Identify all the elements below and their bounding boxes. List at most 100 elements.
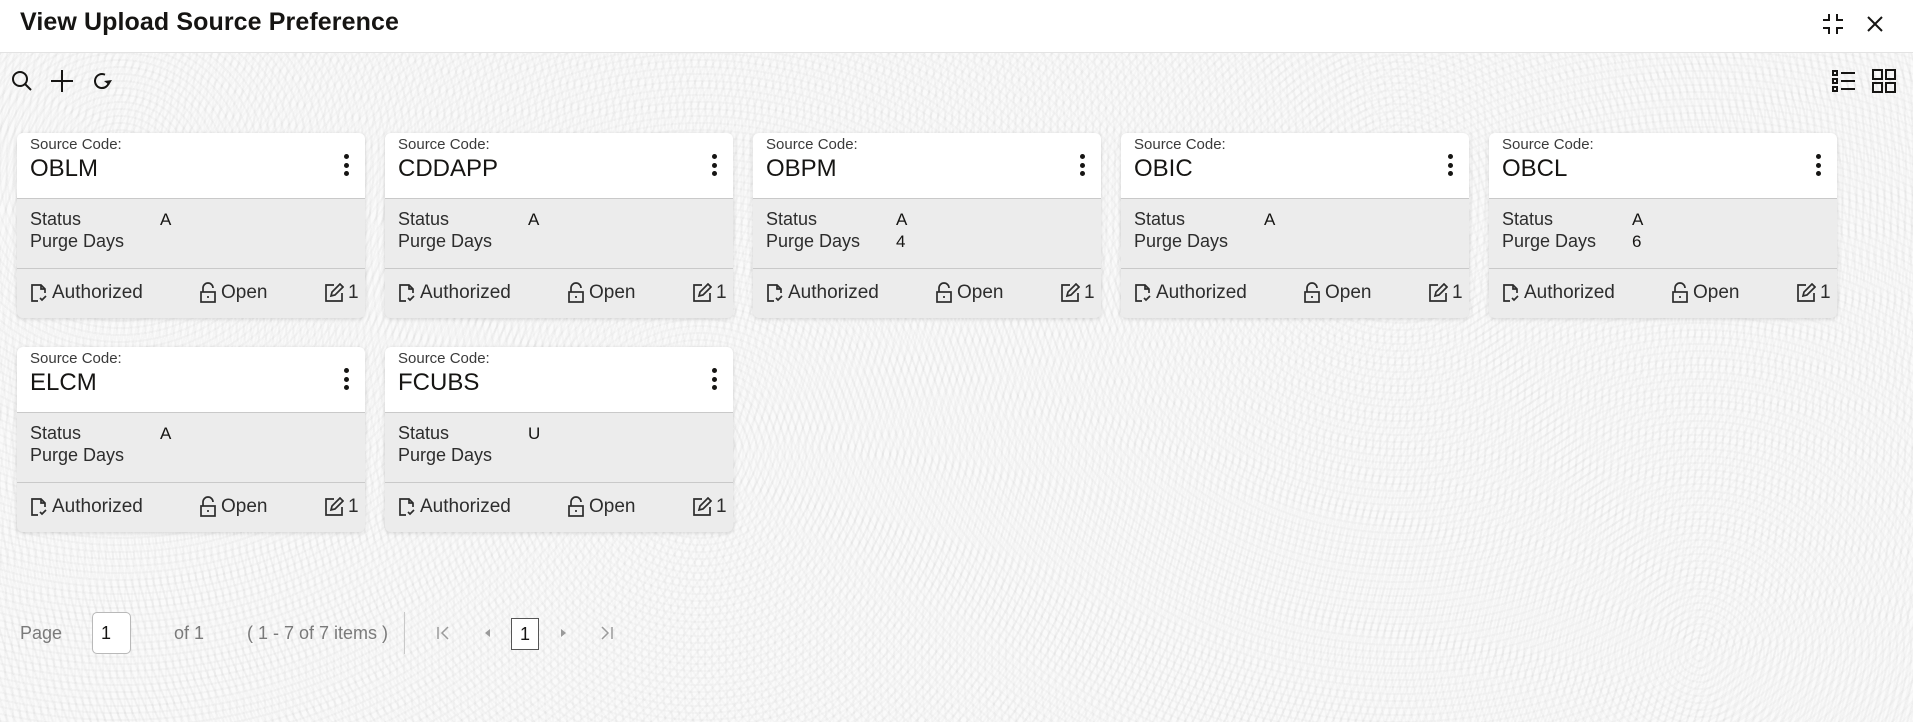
authorization-status: Authorized — [1134, 282, 1247, 304]
close-icon[interactable] — [1861, 10, 1889, 38]
record-status: Open — [567, 496, 635, 518]
more-options-icon[interactable] — [707, 365, 721, 393]
card-header: Source Code: OBPM — [753, 133, 1101, 199]
status-label: Status — [1134, 209, 1186, 229]
edit-icon — [325, 497, 344, 516]
more-options-icon[interactable] — [1443, 151, 1457, 179]
status-label: Status — [766, 209, 818, 229]
source-code-label: Source Code: — [766, 136, 858, 153]
status-row: Status A — [1134, 209, 1275, 230]
status-label: Status — [398, 209, 450, 229]
record-status-text: Open — [1325, 282, 1372, 303]
purge-days-value: 6 — [1632, 232, 1642, 251]
status-row: Status A — [30, 209, 171, 230]
purge-days-row: Purge Days 4 — [766, 231, 905, 252]
purge-days-row: Purge Days 6 — [1502, 231, 1641, 252]
record-status: Open — [1303, 282, 1371, 304]
edit-icon — [693, 283, 712, 302]
document-check-icon — [1503, 284, 1519, 302]
authorization-status-text: Authorized — [52, 496, 143, 517]
current-page-button[interactable]: 1 — [511, 618, 539, 650]
record-card[interactable]: Source Code: OBPM Status A Purge Days 4 Au… — [753, 133, 1101, 318]
authorization-status-text: Authorized — [420, 496, 511, 517]
unlock-icon — [200, 496, 216, 517]
record-status-text: Open — [221, 496, 268, 517]
purge-days-label: Purge Days — [30, 445, 125, 465]
more-options-icon[interactable] — [707, 151, 721, 179]
more-options-icon[interactable] — [1811, 151, 1825, 179]
status-value: A — [1264, 210, 1276, 229]
edit-icon — [1797, 283, 1816, 302]
status-value: A — [896, 210, 908, 229]
purge-days-row: Purge Days — [1134, 231, 1264, 252]
card-header: Source Code: CDDAPP — [385, 133, 733, 199]
modification-number-text: 1 — [1452, 282, 1463, 303]
refresh-icon[interactable] — [87, 66, 117, 96]
status-value: A — [160, 424, 172, 443]
purge-days-row: Purge Days — [398, 231, 528, 252]
document-check-icon — [31, 284, 47, 302]
purge-days-label: Purge Days — [1134, 231, 1229, 251]
record-status: Open — [1671, 282, 1739, 304]
record-card[interactable]: Source Code: ELCM Status A Purge Days Aut… — [17, 347, 365, 532]
card-footer: Authorized Open 1 — [385, 483, 733, 532]
edit-icon — [693, 497, 712, 516]
authorization-status: Authorized — [30, 282, 143, 304]
first-page-icon[interactable] — [432, 622, 454, 644]
purge-days-row: Purge Days — [30, 231, 160, 252]
card-footer: Authorized Open 1 — [753, 269, 1101, 318]
page-number-input[interactable] — [92, 612, 131, 654]
status-row: Status A — [766, 209, 907, 230]
search-icon[interactable] — [7, 66, 37, 96]
record-status-text: Open — [957, 282, 1004, 303]
record-status-text: Open — [221, 282, 268, 303]
list-view-icon[interactable] — [1829, 66, 1859, 96]
record-card[interactable]: Source Code: OBIC Status A Purge Days Aut… — [1121, 133, 1469, 318]
card-body: Status A Purge Days 6 — [1489, 199, 1837, 269]
modification-number-text: 1 — [348, 496, 359, 517]
source-code-value: ELCM — [30, 369, 97, 396]
authorization-status-text: Authorized — [1156, 282, 1247, 303]
status-label: Status — [30, 209, 82, 229]
source-code-value: OBPM — [766, 155, 837, 182]
record-card[interactable]: Source Code: FCUBS Status U Purge Days Au… — [385, 347, 733, 532]
record-status: Open — [567, 282, 635, 304]
record-status-text: Open — [589, 282, 636, 303]
pagination-divider — [404, 612, 405, 654]
card-body: Status A Purge Days 4 — [753, 199, 1101, 269]
document-check-icon — [767, 284, 783, 302]
add-icon[interactable] — [47, 66, 77, 96]
edit-icon — [325, 283, 344, 302]
record-card[interactable]: Source Code: CDDAPP Status A Purge Days A… — [385, 133, 733, 318]
authorization-status: Authorized — [766, 282, 879, 304]
authorization-status-text: Authorized — [1524, 282, 1615, 303]
status-row: Status A — [398, 209, 539, 230]
document-check-icon — [399, 284, 415, 302]
purge-days-row: Purge Days — [398, 445, 528, 466]
source-code-label: Source Code: — [1502, 136, 1594, 153]
purge-days-label: Purge Days — [30, 231, 125, 251]
status-value: A — [160, 210, 172, 229]
next-page-icon[interactable] — [553, 622, 575, 644]
more-options-icon[interactable] — [339, 365, 353, 393]
more-options-icon[interactable] — [339, 151, 353, 179]
status-row: Status A — [1502, 209, 1643, 230]
record-card[interactable]: Source Code: OBLM Status A Purge Days Aut… — [17, 133, 365, 318]
card-footer: Authorized Open 1 — [1121, 269, 1469, 318]
source-code-value: CDDAPP — [398, 155, 499, 182]
record-card[interactable]: Source Code: OBCL Status A Purge Days 6 Au… — [1489, 133, 1837, 318]
unlock-icon — [1672, 282, 1688, 303]
more-options-icon[interactable] — [1075, 151, 1089, 179]
source-code-label: Source Code: — [398, 136, 490, 153]
purge-days-label: Purge Days — [398, 231, 493, 251]
grid-view-icon[interactable] — [1869, 66, 1899, 96]
source-code-label: Source Code: — [1134, 136, 1226, 153]
minimize-icon[interactable] — [1819, 10, 1847, 38]
source-code-label: Source Code: — [398, 350, 490, 367]
modification-number: 1 — [1428, 282, 1463, 304]
modification-number: 1 — [692, 496, 727, 518]
card-body: Status A Purge Days — [17, 413, 365, 483]
authorization-status: Authorized — [1502, 282, 1615, 304]
last-page-icon[interactable] — [596, 622, 618, 644]
previous-page-icon[interactable] — [476, 622, 498, 644]
